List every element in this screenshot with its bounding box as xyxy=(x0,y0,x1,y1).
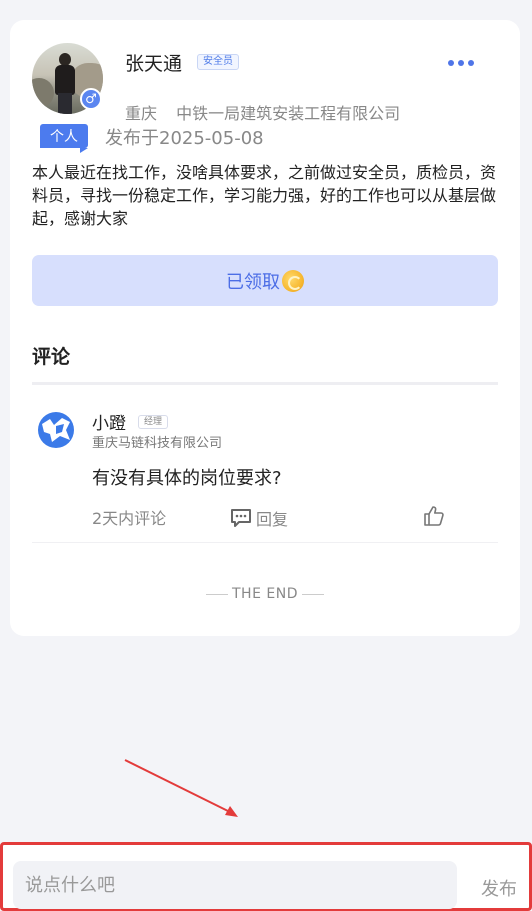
divider xyxy=(301,593,324,595)
author-company: 中铁一局建筑安装工程有限公司 xyxy=(176,104,401,123)
coin-icon xyxy=(282,269,304,292)
commenter-company: 重庆马链科技有限公司 xyxy=(92,436,223,451)
end-label: THE END xyxy=(232,586,298,602)
post-card: ♂ 张天通 安全员 重庆 中铁一局建筑安装工程有限公司 个人 发布于2025-0… xyxy=(10,20,520,636)
post-type-tag: 个人 xyxy=(40,124,88,153)
end-marker: THE END xyxy=(10,586,520,602)
commenter-name[interactable]: 小蹬 xyxy=(92,409,126,434)
reply-label: 回复 xyxy=(256,510,289,529)
comment-text: 有没有具体的岗位要求? xyxy=(92,468,282,489)
dot xyxy=(448,60,454,66)
thumbs-up-icon[interactable] xyxy=(422,504,446,528)
avatar-person xyxy=(55,65,75,95)
male-gender-icon: ♂ xyxy=(80,88,102,110)
post-content: 本人最近在找工作，没啥具体要求，之前做过安全员，质检员，资料员，寻找一份稳定工作… xyxy=(32,163,497,228)
comments-title: 评论 xyxy=(32,346,71,368)
author-role-badge: 安全员 xyxy=(197,54,239,70)
divider xyxy=(32,382,498,385)
comment-bar: 发布 xyxy=(0,842,532,911)
claimed-button[interactable]: 已领取 xyxy=(32,255,498,306)
dot xyxy=(458,60,464,66)
author-city: 重庆 xyxy=(125,104,158,123)
avatar-rock xyxy=(32,78,54,108)
avatar-person xyxy=(58,93,72,114)
author-location-company: 重庆 中铁一局建筑安装工程有限公司 xyxy=(125,100,400,124)
publish-button[interactable]: 发布 xyxy=(481,875,517,901)
comment-input[interactable] xyxy=(13,861,457,909)
more-options-icon[interactable] xyxy=(448,58,478,68)
post-date: 发布于2025-05-08 xyxy=(105,128,264,149)
divider xyxy=(32,542,498,543)
commenter-role-badge: 经理 xyxy=(138,415,169,429)
commenter-logo-icon[interactable] xyxy=(36,410,76,450)
divider xyxy=(206,593,228,595)
comment-time: 2天内评论 xyxy=(92,509,167,528)
claimed-label: 已领取 xyxy=(226,271,280,293)
dot xyxy=(468,60,474,66)
author-name[interactable]: 张天通 xyxy=(125,49,182,76)
chat-bubble-icon xyxy=(231,509,251,527)
reply-button[interactable]: 回复 xyxy=(230,506,288,530)
